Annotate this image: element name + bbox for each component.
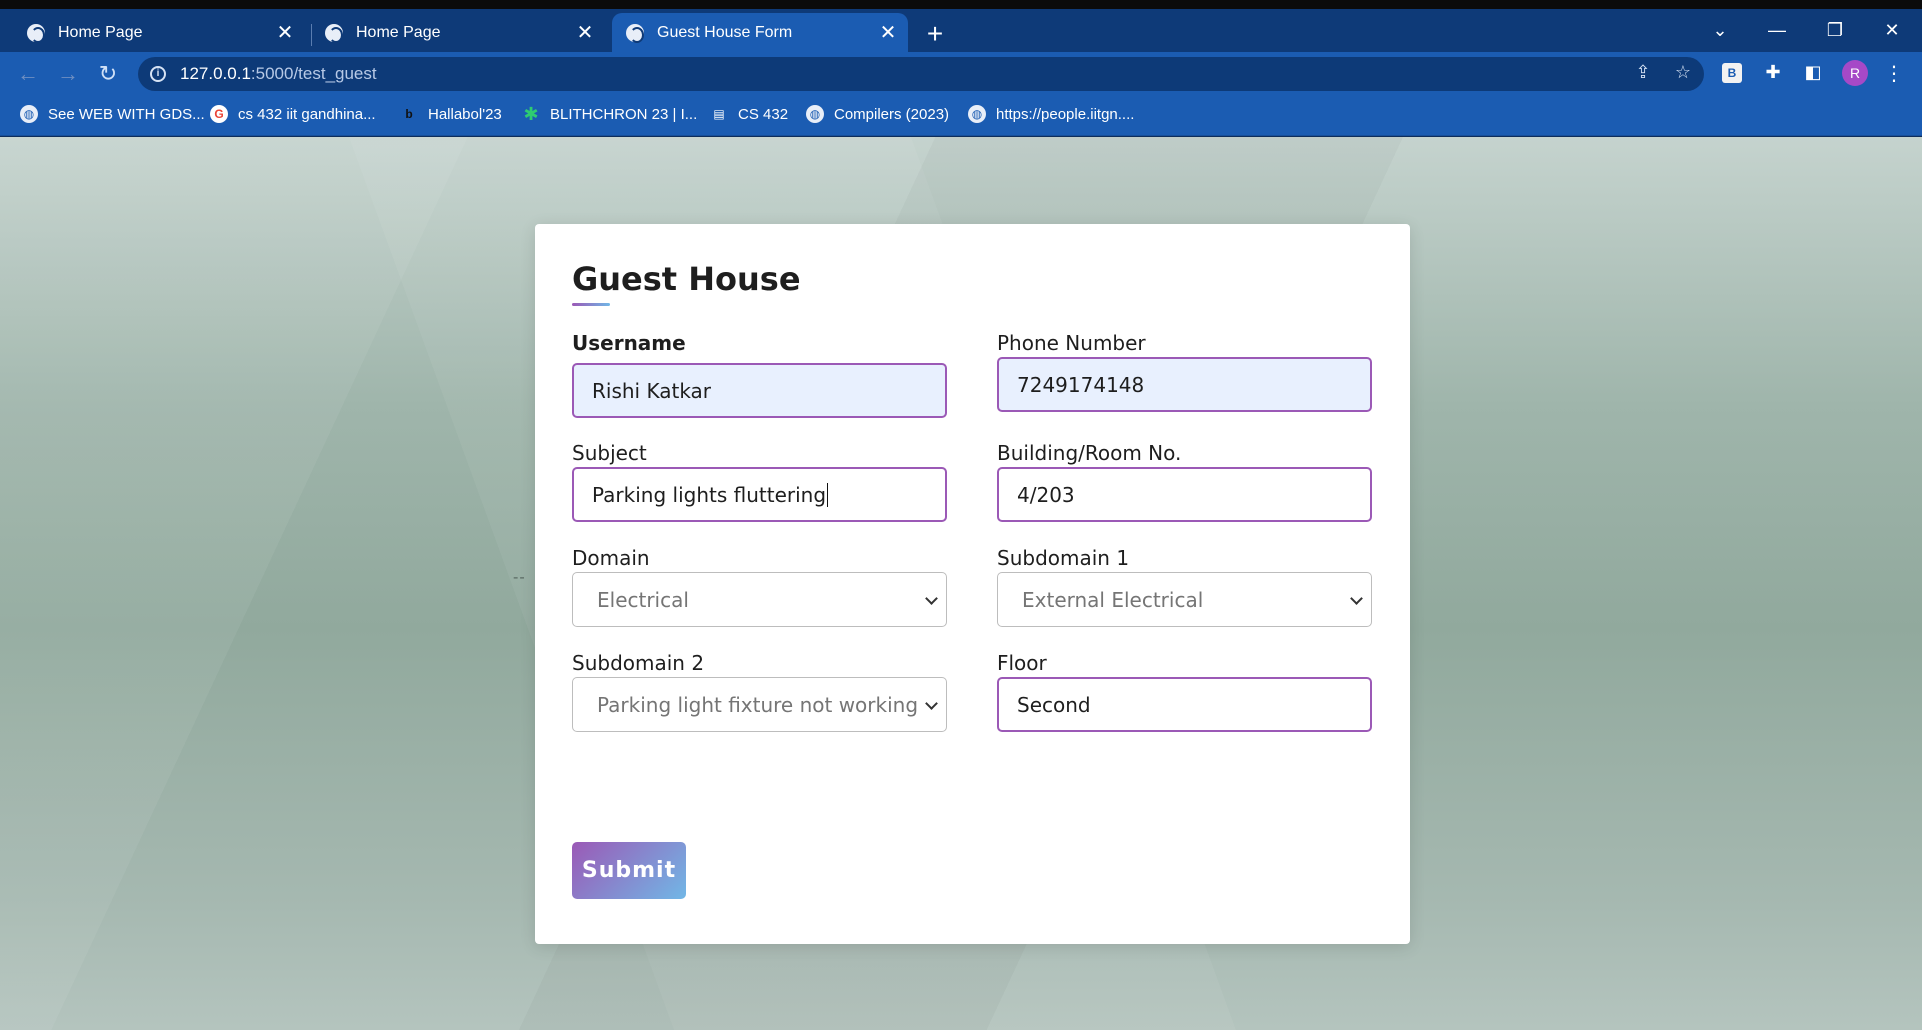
bookmark-item[interactable]: ◍ https://people.iitgn.... bbox=[968, 96, 1134, 132]
url-path: :5000/test_guest bbox=[250, 64, 377, 83]
new-tab-button[interactable]: + bbox=[920, 20, 950, 50]
extension-b-icon[interactable]: B bbox=[1722, 63, 1742, 83]
restore-icon[interactable]: ❐ bbox=[1811, 9, 1859, 52]
globe-icon bbox=[626, 23, 644, 43]
title-underline bbox=[572, 303, 610, 306]
domain-select[interactable]: Electrical bbox=[572, 572, 947, 627]
bookmark-label: CS 432 bbox=[738, 105, 789, 123]
text-cursor bbox=[827, 482, 829, 507]
side-panel-icon[interactable]: ◧ bbox=[1802, 61, 1824, 83]
window-top-edge bbox=[0, 0, 1922, 9]
close-icon[interactable]: ✕ bbox=[876, 21, 900, 45]
tab-search-icon[interactable]: ⌄ bbox=[1696, 9, 1744, 52]
share-icon[interactable]: ⇪ bbox=[1632, 61, 1654, 83]
board-icon: ▤ bbox=[713, 107, 725, 121]
bookmark-label: BLITHCHRON 23 | I... bbox=[550, 105, 698, 123]
subdomain2-selected: Parking light fixture not working bbox=[597, 692, 919, 717]
subdomain2-label: Subdomain 2 bbox=[572, 651, 705, 675]
tab-strip: Home Page ✕ Home Page ✕ Guest House Form… bbox=[0, 9, 1922, 52]
form-title: Guest House bbox=[572, 260, 801, 298]
url-host: 127.0.0.1 bbox=[180, 64, 251, 83]
bookmark-label: See WEB WITH GDS... bbox=[48, 105, 205, 123]
tab-title: Guest House Form bbox=[657, 23, 793, 41]
star-burst-icon: ✱ bbox=[523, 103, 539, 124]
tab-title: Home Page bbox=[356, 23, 441, 41]
address-bar[interactable]: i 127.0.0.1 :5000/test_guest bbox=[138, 57, 1704, 91]
subdomain1-selected: External Electrical bbox=[1022, 587, 1204, 612]
globe-icon bbox=[27, 23, 45, 43]
chevron-down-icon bbox=[924, 698, 938, 712]
bookmark-label: cs 432 iit gandhina... bbox=[238, 105, 376, 123]
tab-guest-house-form[interactable]: Guest House Form ✕ bbox=[612, 13, 908, 52]
profile-avatar[interactable]: R bbox=[1842, 60, 1868, 86]
bookmarks-bar: ◍ See WEB WITH GDS... G cs 432 iit gandh… bbox=[0, 96, 1922, 136]
close-window-icon[interactable]: ✕ bbox=[1868, 9, 1916, 52]
b-logo-icon: b bbox=[405, 107, 413, 121]
tab-title: Home Page bbox=[58, 23, 143, 41]
bookmark-item[interactable]: ◍ See WEB WITH GDS... bbox=[20, 96, 205, 132]
phone-number-label: Phone Number bbox=[997, 331, 1146, 355]
guest-house-form-card: Guest House Username Phone Number Subjec… bbox=[535, 224, 1410, 944]
bookmark-item[interactable]: ✱ BLITHCHRON 23 | I... bbox=[522, 96, 697, 132]
floor-label: Floor bbox=[997, 651, 1047, 675]
globe-icon: ◍ bbox=[20, 105, 38, 123]
domain-label: Domain bbox=[572, 546, 650, 570]
back-icon[interactable]: ← bbox=[14, 60, 42, 88]
browser-menu-icon[interactable]: ⋮ bbox=[1880, 60, 1908, 88]
subject-input[interactable]: Parking lights fluttering bbox=[572, 467, 947, 522]
bookmark-label: Compilers (2023) bbox=[834, 105, 950, 123]
domain-selected: Electrical bbox=[597, 587, 689, 612]
subdomain1-select[interactable]: External Electrical bbox=[997, 572, 1372, 627]
forward-icon[interactable]: → bbox=[54, 60, 82, 88]
bookmark-item[interactable]: ◍ Compilers (2023) bbox=[806, 96, 949, 132]
subject-value: Parking lights fluttering bbox=[592, 482, 827, 507]
bookmark-item[interactable]: b Hallabol'23 bbox=[400, 96, 502, 132]
bookmark-star-icon[interactable]: ☆ bbox=[1672, 61, 1694, 83]
tab-home-1[interactable]: Home Page ✕ bbox=[0, 13, 305, 52]
bookmark-label: https://people.iitgn.... bbox=[996, 105, 1135, 123]
phone-number-input[interactable] bbox=[997, 357, 1372, 412]
globe-icon bbox=[325, 23, 343, 43]
globe-icon: ◍ bbox=[806, 105, 824, 123]
tab-home-2[interactable]: Home Page ✕ bbox=[298, 13, 605, 52]
minimize-icon[interactable]: — bbox=[1753, 9, 1801, 52]
bookmark-item[interactable]: ▤ CS 432 bbox=[710, 96, 788, 132]
info-icon[interactable]: i bbox=[150, 66, 166, 82]
username-input[interactable] bbox=[572, 363, 947, 418]
chevron-down-icon bbox=[924, 593, 938, 607]
submit-button[interactable]: Submit bbox=[572, 842, 686, 899]
extensions-puzzle-icon[interactable]: ✚ bbox=[1762, 61, 1784, 83]
page-viewport: -- Guest House Username Phone Number Sub… bbox=[0, 137, 1922, 1030]
username-label: Username bbox=[572, 331, 686, 355]
close-icon[interactable]: ✕ bbox=[573, 21, 597, 45]
chevron-down-icon bbox=[1349, 593, 1363, 607]
browser-toolbar: ← → ↻ i 127.0.0.1 :5000/test_guest ⇪ ☆ B… bbox=[0, 52, 1922, 96]
bookmark-label: Hallabol'23 bbox=[428, 105, 502, 123]
subdomain1-label: Subdomain 1 bbox=[997, 546, 1130, 570]
google-icon: G bbox=[210, 105, 228, 123]
room-label: Building/Room No. bbox=[997, 441, 1182, 465]
subdomain2-select[interactable]: Parking light fixture not working bbox=[572, 677, 947, 732]
floor-input[interactable] bbox=[997, 677, 1372, 732]
room-input[interactable] bbox=[997, 467, 1372, 522]
subject-label: Subject bbox=[572, 441, 647, 465]
reload-icon[interactable]: ↻ bbox=[94, 60, 122, 88]
decorative-dash: -- bbox=[513, 569, 526, 586]
close-icon[interactable]: ✕ bbox=[273, 21, 297, 45]
bookmark-item[interactable]: G cs 432 iit gandhina... bbox=[210, 96, 376, 132]
globe-icon: ◍ bbox=[968, 105, 986, 123]
